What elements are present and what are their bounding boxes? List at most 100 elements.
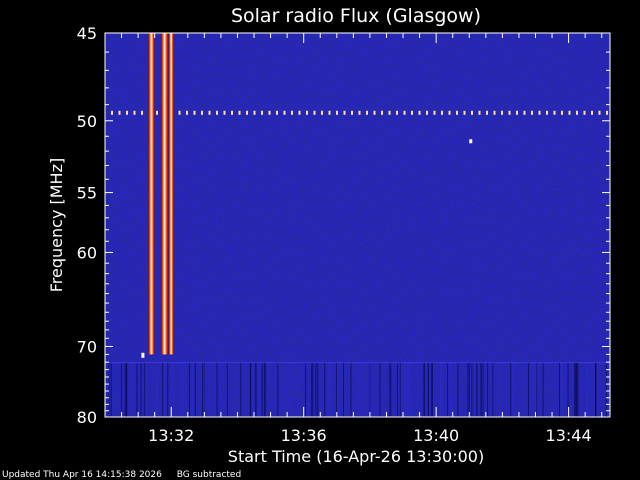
interference-dash [456, 110, 458, 115]
streak [124, 362, 126, 418]
streak [427, 362, 429, 418]
interference-dash [351, 110, 353, 115]
streak [440, 362, 441, 418]
interference-dash [606, 110, 608, 115]
streak [144, 362, 146, 418]
streak [234, 362, 236, 418]
streak [595, 362, 597, 418]
streak [408, 362, 410, 418]
streak [457, 362, 459, 418]
streak [406, 362, 408, 418]
interference-dash [486, 110, 488, 115]
interference-dash [373, 110, 376, 115]
streak [364, 362, 366, 418]
streak [499, 362, 501, 418]
streak [433, 362, 435, 418]
interference-dash [598, 110, 601, 115]
interference-dash [291, 110, 293, 115]
streak [312, 362, 314, 418]
streak [331, 362, 333, 418]
interference-dash [328, 110, 331, 115]
bg-note: BG subtracted [176, 470, 242, 480]
streak [587, 362, 589, 418]
interference-dash [268, 110, 271, 115]
streak [226, 362, 228, 418]
interference-dash [448, 110, 451, 115]
interference-dash [126, 110, 128, 115]
streak [164, 362, 166, 418]
interference-dash [561, 110, 563, 115]
streak [431, 362, 433, 418]
streak [480, 362, 482, 418]
interference-dash [478, 110, 481, 115]
y-tick-label: 60 [77, 243, 97, 262]
streak [605, 362, 607, 418]
interference-dash [156, 110, 158, 115]
streak [140, 362, 142, 418]
streak [156, 362, 158, 418]
streak [167, 362, 169, 418]
streak [277, 362, 279, 418]
interference-dash [388, 110, 391, 115]
streak [576, 362, 578, 418]
streak [263, 362, 265, 418]
streak [409, 362, 411, 418]
streak [315, 362, 317, 418]
interference-dash [321, 110, 323, 115]
streak [350, 362, 352, 418]
interference-dash [253, 110, 256, 115]
interference-dash [583, 110, 586, 115]
interference-dash [568, 110, 571, 115]
interference-dash [591, 110, 593, 115]
streak [447, 362, 449, 418]
interference-dash [231, 110, 233, 115]
interference-dash [441, 110, 443, 115]
spectrogram-chart: Solar radio Flux (Glasgow) 45 50 55 60 70 80 … [47, 5, 611, 466]
streak [492, 362, 494, 418]
streak [136, 362, 138, 418]
interference-dash [193, 110, 196, 115]
interference-dash [238, 110, 241, 115]
streak [361, 362, 363, 418]
interference-dash [358, 110, 361, 115]
streak [390, 362, 392, 418]
streak [597, 362, 599, 418]
streak [202, 362, 204, 418]
interference-dash [433, 110, 436, 115]
updated-timestamp: Updated Thu Apr 16 14:15:38 2026 [2, 470, 162, 480]
streak [555, 362, 557, 418]
streak [530, 362, 532, 418]
streak [311, 362, 313, 418]
streak [537, 362, 539, 418]
streak [432, 362, 433, 418]
streak [441, 362, 442, 418]
streak [476, 362, 478, 418]
y-tick-label: 50 [77, 112, 97, 131]
streak [107, 362, 109, 418]
streak [285, 362, 287, 418]
streak [425, 362, 427, 418]
y-tick-label: 55 [77, 184, 97, 203]
streak [290, 362, 292, 418]
streak [487, 362, 489, 418]
interference-dash [523, 110, 526, 115]
streak [261, 362, 263, 418]
burst-1 [148, 33, 155, 355]
interference-dash [201, 110, 203, 115]
streak [471, 362, 473, 418]
streak [513, 362, 515, 418]
streak [138, 362, 140, 418]
band-edge [105, 362, 610, 364]
interference-dash [493, 110, 496, 115]
interference-dash [516, 110, 518, 115]
y-axis-label: Frequency [MHz] [47, 158, 66, 292]
interference-dash [426, 110, 428, 115]
x-tick-label: 13:36 [281, 426, 327, 445]
streak [182, 362, 184, 418]
streak [586, 362, 588, 418]
streak [535, 362, 537, 418]
streak [259, 362, 261, 418]
streak [482, 362, 484, 418]
x-tick-label: 13:44 [546, 426, 592, 445]
streak [121, 362, 122, 418]
